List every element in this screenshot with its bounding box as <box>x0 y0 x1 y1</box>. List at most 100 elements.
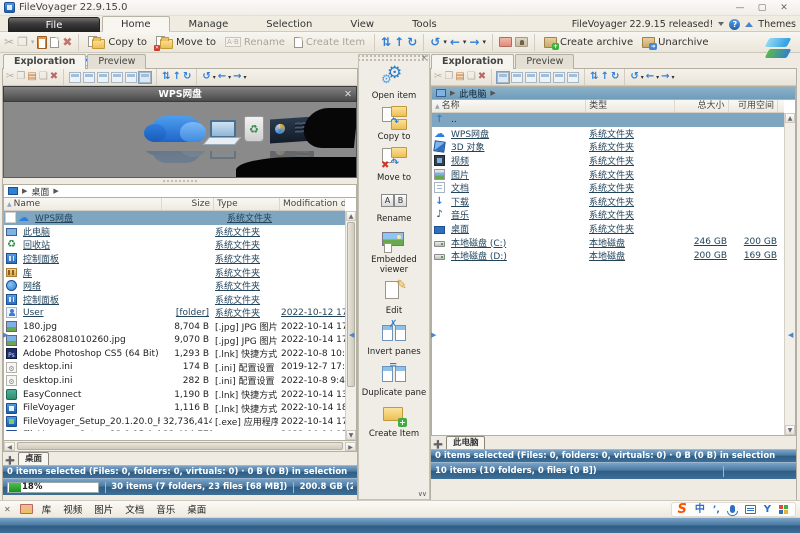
ribbon-tab[interactable]: Manage <box>170 16 248 32</box>
view-small-icons-icon[interactable] <box>97 72 109 83</box>
ribbon-tab[interactable]: Tools <box>393 16 456 32</box>
file-row[interactable]: desktop.ini 282 B [.ini] 配置设置 2022-10-8 … <box>4 374 345 388</box>
view-details-icon[interactable] <box>497 72 509 83</box>
scroll-right-icon[interactable]: ▶ <box>345 442 356 451</box>
file-row[interactable]: 文档 系统文件夹 <box>432 181 784 195</box>
add-tab-icon[interactable]: ➕ <box>433 440 443 449</box>
close-icon[interactable]: ✕ <box>4 505 11 514</box>
history-dropdown-icon[interactable]: ▾ <box>443 35 447 49</box>
forward-dropdown-icon[interactable]: ▾ <box>482 35 486 49</box>
paste-icon[interactable]: ▤ <box>455 71 464 83</box>
collapse-right-icon[interactable]: ◀ <box>788 331 793 339</box>
library-link[interactable]: 音乐 <box>156 502 175 516</box>
command-button[interactable]: + Create Item <box>359 403 429 439</box>
add-tab-icon[interactable]: ➕ <box>5 456 15 465</box>
view-flow-icon[interactable] <box>139 72 151 83</box>
compare-panes-icon[interactable]: ⇅ <box>162 71 170 83</box>
paste-icon[interactable]: ▤ <box>27 71 36 83</box>
library-link[interactable]: 文档 <box>125 502 144 516</box>
library-link[interactable]: 视频 <box>63 502 82 516</box>
column-header-type[interactable]: 类型 <box>586 100 675 112</box>
scroll-thumb[interactable] <box>17 442 343 450</box>
library-link[interactable]: 桌面 <box>187 502 206 516</box>
folder-icon[interactable] <box>20 504 33 514</box>
go-up-icon[interactable]: ↑ <box>173 71 181 83</box>
collapse-left-icon[interactable]: ▶ <box>3 331 8 339</box>
preview-close-icon[interactable]: ✕ <box>344 87 352 103</box>
go-up-icon[interactable]: ↑ <box>601 71 609 83</box>
preview-splitter[interactable] <box>3 178 357 184</box>
tray-icon[interactable] <box>695 502 705 516</box>
view-tiles-icon[interactable] <box>111 72 123 83</box>
pane-tab[interactable]: Preview <box>87 54 146 69</box>
move-to-button[interactable]: ✕ Move to <box>153 35 219 50</box>
collapse-left-icon[interactable]: ▶ <box>431 331 436 339</box>
favorite-folder-icon[interactable] <box>499 37 512 47</box>
file-row[interactable]: 视频 系统文件夹 <box>432 154 784 168</box>
more-commands-chevron[interactable]: ∨∨ <box>418 490 426 498</box>
scroll-up-icon[interactable]: ▲ <box>785 113 795 123</box>
copy-to-button[interactable]: Copy to <box>85 35 150 50</box>
file-row[interactable]: 此电脑 系统文件夹 <box>4 225 345 239</box>
scroll-up-icon[interactable]: ▲ <box>346 211 356 221</box>
command-button[interactable]: ✗ Invert panes <box>359 321 429 357</box>
column-header-total-size[interactable]: 总大小 <box>675 100 728 112</box>
forward-dropdown-icon[interactable]: ▾ <box>672 74 675 81</box>
back-dropdown-icon[interactable]: ▾ <box>463 35 467 49</box>
command-button[interactable]: Open item <box>359 65 429 101</box>
scroll-thumb[interactable] <box>347 222 355 387</box>
unarchive-button[interactable]: ➜ Unarchive <box>639 36 711 49</box>
rename-button[interactable]: A·B Rename <box>222 36 288 49</box>
view-thumbnails-icon[interactable] <box>125 72 137 83</box>
back-dropdown-icon[interactable]: ▾ <box>656 74 659 81</box>
copy-icon[interactable]: ❐ <box>17 35 28 49</box>
file-row[interactable]: 本地磁盘 (C:) 本地磁盘 246 GB 200 GB <box>432 235 784 249</box>
pane-tab[interactable]: Exploration <box>431 54 514 69</box>
view-list-icon[interactable] <box>511 72 523 83</box>
toolbar-close-icon[interactable]: ✕ <box>421 54 427 62</box>
delete-icon[interactable]: ✖ <box>478 71 486 83</box>
column-header-size[interactable]: Size <box>162 198 214 210</box>
copy-icon[interactable]: ❐ <box>444 71 453 83</box>
scroll-left-icon[interactable]: ◀ <box>4 442 15 451</box>
column-header-name[interactable]: ▲名称 <box>432 100 586 112</box>
cut-icon[interactable]: ✂ <box>4 35 14 49</box>
history-icon[interactable]: ↺ <box>430 35 440 49</box>
forward-icon[interactable]: → <box>233 71 241 83</box>
command-button[interactable]: Rename <box>359 188 429 224</box>
copy-icon[interactable]: ❐ <box>16 71 25 83</box>
close-button[interactable]: ✕ <box>778 3 790 13</box>
delete-icon[interactable]: ✖ <box>50 71 58 83</box>
minimize-button[interactable]: — <box>734 3 746 13</box>
view-flow-icon[interactable] <box>567 72 579 83</box>
history-icon[interactable]: ↺ <box>202 71 210 83</box>
compare-panes-icon[interactable]: ⇅ <box>590 71 598 83</box>
library-link[interactable]: 图片 <box>94 502 113 516</box>
compare-panes-icon[interactable]: ⇅ <box>381 35 391 49</box>
column-header-free-space[interactable]: 可用空间 <box>729 100 778 112</box>
maximize-button[interactable]: ▢ <box>756 3 768 13</box>
history-dropdown-icon[interactable]: ▾ <box>641 74 644 81</box>
file-menu-button[interactable]: File <box>8 17 100 32</box>
help-icon[interactable]: ? <box>729 19 740 30</box>
history-dropdown-icon[interactable]: ▾ <box>213 74 216 81</box>
file-row[interactable]: User [folder] 系统文件夹 2022-10-12 17:1... <box>4 306 345 320</box>
back-icon[interactable]: ← <box>450 35 460 49</box>
file-row[interactable]: FileVoyager_Setup_22.9.15.0_Full.exe 32,… <box>4 429 345 432</box>
forward-dropdown-icon[interactable]: ▾ <box>244 74 247 81</box>
file-row[interactable]: Adobe Photoshop CS5 (64 Bit) 1,293 B [.l… <box>4 347 345 361</box>
create-item-button[interactable]: Create Item <box>291 36 368 49</box>
command-button[interactable]: ✖↷ Move to <box>359 147 429 183</box>
file-row[interactable]: 库 系统文件夹 <box>4 265 345 279</box>
file-row[interactable]: 下载 系统文件夹 <box>432 195 784 209</box>
file-row[interactable]: 210628081010260.jpg 9,070 B [.jpg] JPG 图… <box>4 333 345 347</box>
breadcrumb-segment[interactable]: 桌面 <box>31 185 49 198</box>
left-breadcrumb[interactable]: ▶ 桌面 ▶ <box>3 184 357 197</box>
column-header-name[interactable]: ▲Name <box>4 198 162 210</box>
history-icon[interactable]: ↺ <box>630 71 638 83</box>
view-thumbnails-icon[interactable] <box>553 72 565 83</box>
column-header-type[interactable]: Type <box>214 198 280 210</box>
locked-folder-icon[interactable] <box>515 37 528 47</box>
file-row[interactable]: 3D 对象 系统文件夹 <box>432 140 784 154</box>
back-dropdown-icon[interactable]: ▾ <box>228 74 231 81</box>
